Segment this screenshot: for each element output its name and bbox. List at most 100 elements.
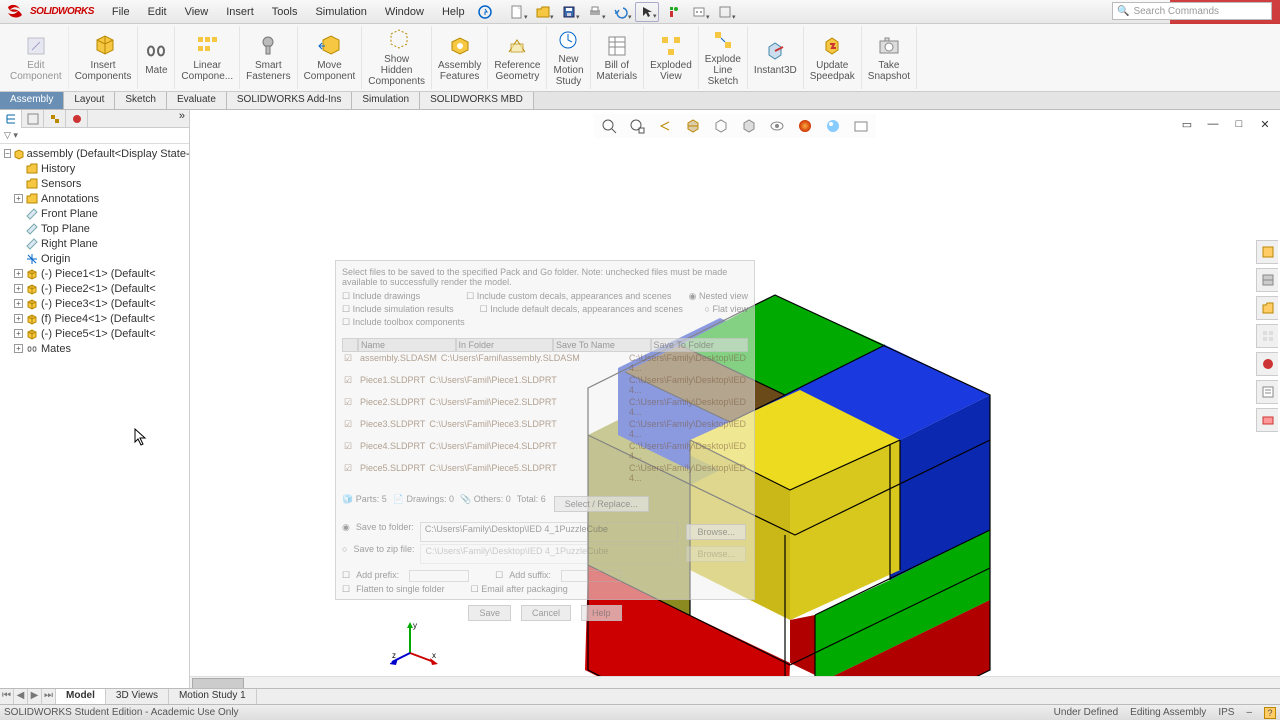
section-view-icon[interactable] bbox=[682, 116, 704, 136]
print-icon[interactable]: ▾ bbox=[583, 2, 607, 22]
tab-prev[interactable]: ◀ bbox=[14, 689, 28, 704]
menu-insert[interactable]: Insert bbox=[218, 4, 262, 20]
tab-evaluate[interactable]: Evaluate bbox=[167, 92, 227, 109]
tree-item-1[interactable]: Sensors bbox=[0, 176, 189, 191]
status-more[interactable]: – bbox=[1246, 707, 1252, 718]
view-orientation-icon[interactable] bbox=[710, 116, 732, 136]
menu-view[interactable]: View bbox=[177, 4, 217, 20]
ribbon-bom[interactable]: Bill of Materials bbox=[591, 26, 645, 89]
tree-item-3[interactable]: Front Plane bbox=[0, 206, 189, 221]
ribbon-take-snapshot[interactable]: Take Snapshot bbox=[862, 26, 917, 89]
taskpane-view-palette[interactable] bbox=[1256, 324, 1278, 348]
apply-scene-icon[interactable] bbox=[822, 116, 844, 136]
tree-item-7[interactable]: +(-) Piece1<1> (Default< bbox=[0, 266, 189, 281]
sidebar-tab-tree[interactable] bbox=[0, 110, 22, 128]
tab-mbd[interactable]: SOLIDWORKS MBD bbox=[420, 92, 534, 109]
menu-simulation[interactable]: Simulation bbox=[307, 4, 374, 20]
tab-first[interactable]: ⏮ bbox=[0, 689, 14, 704]
bottom-tab-motion[interactable]: Motion Study 1 bbox=[169, 689, 257, 704]
viewport-tile-icon[interactable]: ▭ bbox=[1176, 114, 1198, 134]
tab-addins[interactable]: SOLIDWORKS Add-Ins bbox=[227, 92, 352, 109]
ribbon-exploded-view[interactable]: Exploded View bbox=[644, 26, 699, 89]
viewport-max-icon[interactable]: □ bbox=[1228, 114, 1250, 134]
tab-layout[interactable]: Layout bbox=[64, 92, 115, 109]
tree-item-12[interactable]: +Mates bbox=[0, 341, 189, 356]
tree-item-5[interactable]: Right Plane bbox=[0, 236, 189, 251]
tree-item-10[interactable]: +(f) Piece4<1> (Default< bbox=[0, 311, 189, 326]
ribbon-instant3d[interactable]: Instant3D bbox=[748, 26, 804, 89]
expander-icon[interactable]: + bbox=[14, 194, 23, 203]
previous-view-icon[interactable] bbox=[654, 116, 676, 136]
ribbon-assembly-features[interactable]: Assembly Features bbox=[432, 26, 488, 89]
undo-icon[interactable]: ▾ bbox=[609, 2, 633, 22]
orientation-triad[interactable]: y x z bbox=[390, 618, 440, 668]
menu-window[interactable]: Window bbox=[377, 4, 432, 20]
tab-next[interactable]: ▶ bbox=[28, 689, 42, 704]
viewport-close-icon[interactable]: ✕ bbox=[1254, 114, 1276, 134]
viewport-min-icon[interactable]: — bbox=[1202, 114, 1224, 134]
tab-last[interactable]: ⏭ bbox=[42, 689, 56, 704]
display-style-icon[interactable] bbox=[738, 116, 760, 136]
taskpane-design-library[interactable] bbox=[1256, 268, 1278, 292]
taskpane-custom-props[interactable] bbox=[1256, 380, 1278, 404]
sidebar-tab-dim[interactable] bbox=[66, 110, 88, 128]
expander-icon[interactable]: + bbox=[14, 344, 23, 353]
expander-icon[interactable]: + bbox=[14, 314, 23, 323]
zoom-area-icon[interactable] bbox=[626, 116, 648, 136]
tree-item-4[interactable]: Top Plane bbox=[0, 221, 189, 236]
ribbon-show-hidden[interactable]: Show Hidden Components bbox=[362, 26, 432, 89]
status-help-icon[interactable]: ? bbox=[1264, 707, 1276, 719]
tree-item-11[interactable]: +(-) Piece5<1> (Default< bbox=[0, 326, 189, 341]
tree-root[interactable]: − assembly (Default<Display State-1> bbox=[0, 146, 189, 161]
help-icon[interactable] bbox=[473, 2, 497, 22]
status-units[interactable]: IPS bbox=[1218, 707, 1234, 718]
expander-icon[interactable]: + bbox=[14, 329, 23, 338]
tree-filter[interactable]: ▽ ▾ bbox=[0, 128, 189, 144]
taskpane-file-explorer[interactable] bbox=[1256, 296, 1278, 320]
rebuild-icon[interactable] bbox=[661, 2, 685, 22]
bottom-tab-3dviews[interactable]: 3D Views bbox=[106, 689, 169, 704]
taskpane-forum[interactable] bbox=[1256, 408, 1278, 432]
sidebar-collapse[interactable]: » bbox=[175, 110, 189, 127]
expander-icon[interactable]: + bbox=[14, 269, 23, 278]
ribbon-reference-geometry[interactable]: Reference Geometry bbox=[488, 26, 547, 89]
menu-file[interactable]: File bbox=[104, 4, 138, 20]
ribbon-insert-components[interactable]: Insert Components bbox=[69, 26, 139, 89]
save-icon[interactable]: ▾ bbox=[557, 2, 581, 22]
tree-item-9[interactable]: +(-) Piece3<1> (Default< bbox=[0, 296, 189, 311]
ribbon-motion-study[interactable]: New Motion Study bbox=[547, 26, 590, 89]
expander-icon[interactable]: + bbox=[14, 284, 23, 293]
sidebar-tab-config[interactable] bbox=[44, 110, 66, 128]
search-input[interactable]: 🔍Search Commands bbox=[1112, 2, 1272, 20]
tree-item-8[interactable]: +(-) Piece2<1> (Default< bbox=[0, 281, 189, 296]
bottom-tab-model[interactable]: Model bbox=[56, 689, 106, 704]
sidebar-tab-property[interactable] bbox=[22, 110, 44, 128]
ribbon-move-component[interactable]: Move Component bbox=[298, 26, 363, 89]
expander-icon[interactable]: + bbox=[14, 299, 23, 308]
ribbon-edit-component[interactable]: Edit Component bbox=[4, 26, 69, 89]
options-icon[interactable]: ▾ bbox=[687, 2, 711, 22]
expander-icon[interactable]: − bbox=[4, 149, 11, 158]
new-icon[interactable]: ▾ bbox=[505, 2, 529, 22]
taskpane-resources[interactable] bbox=[1256, 240, 1278, 264]
ribbon-mate[interactable]: Mate bbox=[138, 26, 175, 89]
tab-sketch[interactable]: Sketch bbox=[115, 92, 167, 109]
tree-item-0[interactable]: History bbox=[0, 161, 189, 176]
ribbon-linear-pattern[interactable]: Linear Compone... bbox=[175, 26, 240, 89]
viewport-scrollbar[interactable] bbox=[190, 676, 1280, 688]
menu-edit[interactable]: Edit bbox=[140, 4, 175, 20]
settings-icon[interactable]: ▾ bbox=[713, 2, 737, 22]
ribbon-update-speedpak[interactable]: Update Speedpak bbox=[804, 26, 862, 89]
view-settings-icon[interactable] bbox=[850, 116, 872, 136]
tree-item-2[interactable]: +Annotations bbox=[0, 191, 189, 206]
menu-tools[interactable]: Tools bbox=[264, 4, 306, 20]
zoom-fit-icon[interactable] bbox=[598, 116, 620, 136]
tab-simulation[interactable]: Simulation bbox=[352, 92, 420, 109]
edit-appearance-icon[interactable] bbox=[794, 116, 816, 136]
open-icon[interactable]: ▾ bbox=[531, 2, 555, 22]
hide-show-icon[interactable] bbox=[766, 116, 788, 136]
graphics-viewport[interactable]: ▭ — □ ✕ bbox=[190, 110, 1280, 688]
tab-assembly[interactable]: Assembly bbox=[0, 92, 64, 109]
ribbon-explode-line-sketch[interactable]: Explode Line Sketch bbox=[699, 26, 748, 89]
ribbon-smart-fasteners[interactable]: Smart Fasteners bbox=[240, 26, 297, 89]
